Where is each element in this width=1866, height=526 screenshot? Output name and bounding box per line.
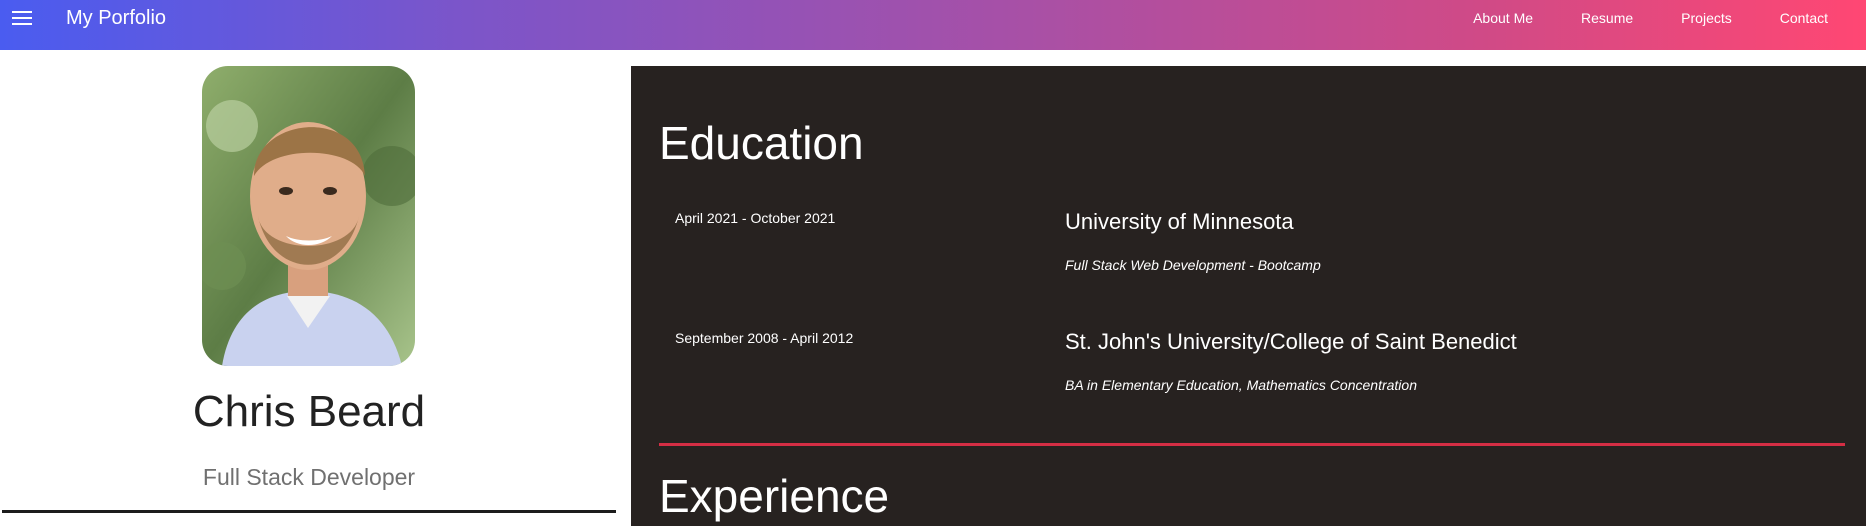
profile-divider (2, 510, 616, 513)
nav-links: About Me Resume Projects Contact (1425, 10, 1828, 26)
profile-name: Chris Beard (192, 387, 426, 436)
nav-link-about-me[interactable]: About Me (1473, 10, 1533, 26)
nav-link-resume[interactable]: Resume (1581, 10, 1633, 26)
education-entry-1-date: April 2021 - October 2021 (675, 210, 836, 226)
education-entry-2-school: St. John's University/College of Saint B… (1065, 329, 1517, 354)
experience-heading: Experience (659, 470, 890, 522)
education-heading: Education (659, 117, 864, 169)
nav-link-projects[interactable]: Projects (1681, 10, 1732, 26)
education-entry-1-school: University of Minnesota (1065, 209, 1294, 234)
resume-panel: Education April 2021 - October 2021 Univ… (631, 66, 1866, 526)
nav-link-contact[interactable]: Contact (1780, 10, 1828, 26)
profile-photo (202, 66, 415, 366)
hamburger-menu-icon[interactable] (12, 11, 32, 25)
education-entry-2-detail: BA in Elementary Education, Mathematics … (1065, 377, 1417, 393)
education-entry-1-detail: Full Stack Web Development - Bootcamp (1065, 257, 1321, 273)
profile-panel: Chris Beard Full Stack Developer (0, 50, 618, 526)
section-divider (659, 443, 1845, 446)
education-entry-2-date: September 2008 - April 2012 (675, 330, 854, 346)
top-navigation-bar: My Porfolio About Me Resume Projects Con… (0, 0, 1866, 50)
brand-title[interactable]: My Porfolio (66, 7, 166, 30)
profile-role: Full Stack Developer (202, 464, 416, 490)
